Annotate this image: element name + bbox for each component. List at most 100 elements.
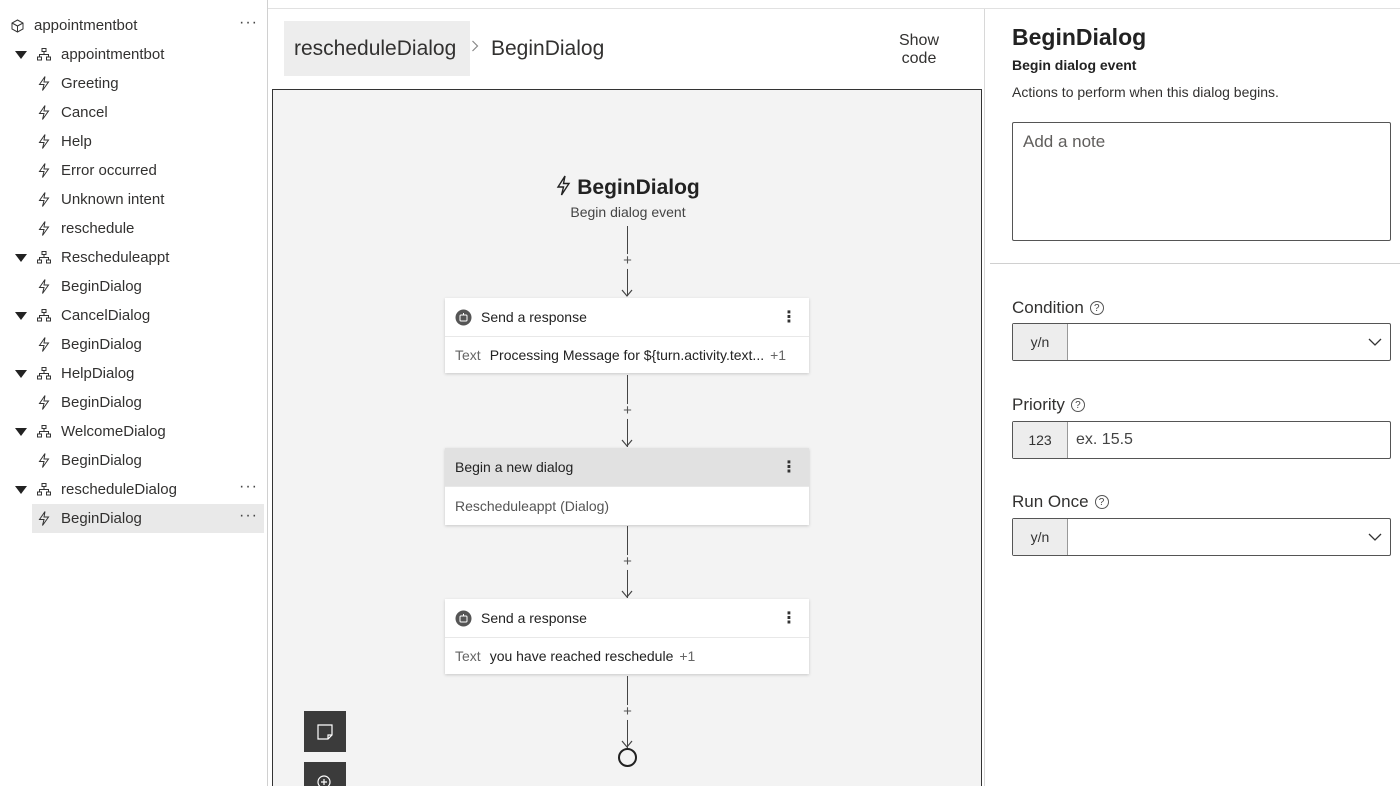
priority-label-text: Priority [1012, 395, 1065, 414]
breadcrumb-dialog[interactable]: rescheduleDialog [284, 21, 470, 76]
tree-trigger-begindialog[interactable]: BeginDialog [0, 272, 266, 301]
condition-dropdown[interactable]: y/n [1012, 323, 1391, 361]
tree-trigger-begindialog[interactable]: BeginDialog [0, 446, 266, 475]
property-description: Actions to perform when this dialog begi… [1012, 84, 1279, 100]
tree-trigger-label: BeginDialog [61, 278, 142, 295]
tree-root-label: appointmentbot [34, 17, 138, 34]
kebab-menu-icon[interactable]: ⋮ [781, 307, 797, 327]
card-kind: Text [455, 648, 481, 664]
tree-trigger-begindialog-selected[interactable]: BeginDialog ··· [32, 504, 264, 533]
trigger-node[interactable]: BeginDialog [273, 175, 983, 202]
tree-dialog-helpdialog[interactable]: HelpDialog [0, 359, 266, 388]
action-card-begin-dialog[interactable]: Begin a new dialog ⋮ Rescheduleappt (Dia… [445, 448, 809, 525]
tree-dialog-appointmentbot[interactable]: appointmentbot [0, 40, 266, 69]
trigger-title: BeginDialog [577, 176, 700, 199]
card-kind: Text [455, 347, 481, 363]
show-code-button[interactable]: Show code [888, 32, 950, 68]
kebab-menu-icon[interactable]: ⋮ [781, 457, 797, 477]
tree-trigger-label: Cancel [61, 104, 108, 121]
card-body: Text you have reached reschedule +1 [445, 637, 809, 674]
tree-dialog-label: HelpDialog [61, 365, 135, 382]
add-action-icon[interactable]: + [620, 704, 635, 720]
tree-dialog-rescheduleappt[interactable]: Rescheduleappt [0, 243, 266, 272]
tree-dialog-canceldialog[interactable]: CancelDialog [0, 301, 266, 330]
tree-dialog-welcomedialog[interactable]: WelcomeDialog [0, 417, 266, 446]
condition-value [1068, 324, 1360, 360]
chevron-down-icon[interactable] [15, 254, 27, 262]
tree-trigger-label: BeginDialog [61, 452, 142, 469]
tree-trigger-begindialog[interactable]: BeginDialog [0, 330, 266, 359]
action-card-send-response[interactable]: Send a response ⋮ Text you have reached … [445, 599, 809, 674]
tree-trigger-label: Help [61, 133, 92, 150]
kebab-menu-icon[interactable]: ⋮ [781, 608, 797, 628]
card-body: Rescheduleappt (Dialog) [445, 486, 809, 525]
tree-dialog-label: rescheduleDialog [61, 481, 177, 498]
arrow-down-icon [621, 590, 633, 598]
lightning-icon [37, 453, 51, 468]
tree-dialog-label: Rescheduleappt [61, 249, 170, 266]
tree-trigger-label: BeginDialog [61, 510, 142, 527]
type-prefix: 123 [1013, 422, 1068, 458]
chevron-down-icon[interactable] [15, 51, 27, 59]
tree-trigger-unknown-intent[interactable]: Unknown intent [0, 185, 266, 214]
add-action-icon[interactable]: + [620, 554, 635, 570]
arrow-down-icon [621, 289, 633, 297]
dialog-tree-icon [37, 367, 51, 381]
run-once-dropdown[interactable]: y/n [1012, 518, 1391, 556]
tree-dialog-rescheduledialog[interactable]: rescheduleDialog ··· [0, 475, 266, 504]
arrow-down-icon [621, 740, 633, 748]
breadcrumb-trigger[interactable]: BeginDialog [491, 37, 604, 61]
tree-trigger-label: Greeting [61, 75, 119, 92]
chevron-down-icon[interactable] [15, 428, 27, 436]
chevron-down-icon[interactable] [15, 370, 27, 378]
tree-trigger-cancel[interactable]: Cancel [0, 98, 266, 127]
dialog-tree-icon [37, 251, 51, 265]
chevron-down-icon[interactable] [15, 486, 27, 494]
lightning-icon [37, 192, 51, 207]
tree-root-appointmentbot[interactable]: appointmentbot ··· [0, 11, 266, 40]
note-field[interactable] [1012, 122, 1391, 241]
card-title: Send a response [481, 610, 587, 626]
condition-label-text: Condition [1012, 298, 1084, 317]
comment-button[interactable] [304, 711, 346, 752]
lightning-icon [37, 105, 51, 120]
tree-trigger-greeting[interactable]: Greeting [0, 69, 266, 98]
tree-dialog-label: appointmentbot [61, 46, 165, 63]
tree-trigger-help[interactable]: Help [0, 127, 266, 156]
lightning-icon [37, 134, 51, 149]
tree-trigger-label: BeginDialog [61, 336, 142, 353]
tree-trigger-begindialog[interactable]: BeginDialog [0, 388, 266, 417]
chevron-down-icon[interactable] [1360, 519, 1390, 555]
chevron-down-icon[interactable] [15, 312, 27, 320]
card-title: Begin a new dialog [455, 459, 574, 475]
tree-trigger-label: Unknown intent [61, 191, 165, 208]
zoom-in-button[interactable] [304, 762, 346, 786]
lightning-icon [37, 395, 51, 410]
tree-trigger-label: reschedule [61, 220, 135, 237]
dialog-tree-icon [37, 48, 51, 62]
variation-count: +1 [679, 648, 696, 664]
tree-trigger-error-occurred[interactable]: Error occurred [0, 156, 266, 185]
info-icon[interactable]: ? [1070, 398, 1085, 412]
card-text: you have reached reschedule [489, 648, 674, 664]
add-action-icon[interactable]: + [620, 403, 635, 419]
card-body: Text Processing Message for ${turn.activ… [445, 336, 809, 373]
add-action-icon[interactable]: + [620, 253, 635, 269]
more-options-icon[interactable]: ··· [239, 478, 258, 496]
priority-placeholder[interactable]: ex. 15.5 [1068, 422, 1390, 458]
priority-input[interactable]: 123 ex. 15.5 [1012, 421, 1391, 459]
info-icon[interactable]: ? [1094, 495, 1109, 509]
flow-canvas[interactable]: BeginDialog Begin dialog event + Send a … [272, 89, 982, 786]
more-options-icon[interactable]: ··· [239, 14, 258, 32]
property-title: BeginDialog [1012, 24, 1147, 50]
info-icon[interactable]: ? [1089, 301, 1104, 315]
action-card-send-response[interactable]: Send a response ⋮ Text Processing Messag… [445, 298, 809, 373]
priority-label: Priority ? [1012, 395, 1085, 415]
chevron-down-icon[interactable] [1360, 324, 1390, 360]
more-options-icon[interactable]: ··· [239, 507, 258, 525]
card-text: Rescheduleappt (Dialog) [455, 498, 610, 514]
tree-trigger-reschedule[interactable]: reschedule [0, 214, 266, 243]
tree-dialog-label: CancelDialog [61, 307, 151, 324]
editor-header: rescheduleDialog BeginDialog Show code [268, 9, 984, 89]
condition-label: Condition ? [1012, 298, 1104, 318]
